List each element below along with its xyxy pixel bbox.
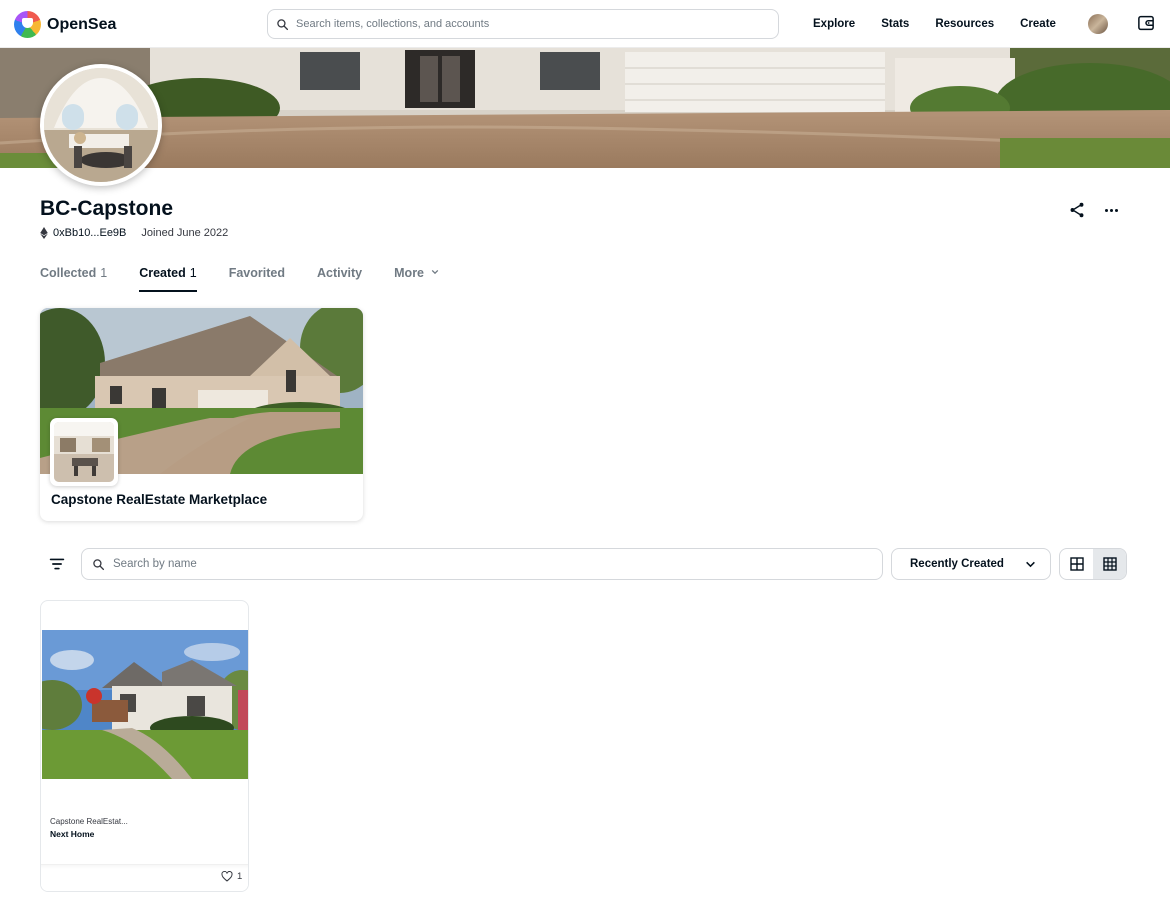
collection-name: Capstone RealEstate Marketplace xyxy=(51,492,268,507)
filter-icon[interactable] xyxy=(46,553,68,575)
nav-stats[interactable]: Stats xyxy=(881,18,909,30)
heart-icon xyxy=(221,871,233,882)
large-grid-icon xyxy=(1069,557,1084,571)
tab-favorited[interactable]: Favorited xyxy=(229,266,285,292)
profile-meta: 0xBb10...Ee9B Joined June 2022 xyxy=(40,227,228,239)
nav-resources[interactable]: Resources xyxy=(935,18,994,30)
favorite-button[interactable]: 1 xyxy=(221,871,242,882)
item-search-input[interactable] xyxy=(113,558,853,570)
nav-explore[interactable]: Explore xyxy=(813,18,855,30)
tab-more[interactable]: More xyxy=(394,266,438,292)
global-search-input[interactable] xyxy=(296,18,756,30)
profile-name: BC-Capstone xyxy=(40,197,174,220)
nav-links: Explore Stats Resources Create xyxy=(800,0,1069,48)
nft-title: Next Home xyxy=(50,829,95,839)
sort-dropdown[interactable]: Recently Created xyxy=(891,548,1051,580)
brand-name: OpenSea xyxy=(47,15,117,33)
top-nav: OpenSea Explore Stats Resources Create xyxy=(0,0,1170,48)
opensea-logo-icon xyxy=(14,11,41,38)
account-avatar[interactable] xyxy=(1088,14,1108,34)
item-search[interactable] xyxy=(81,548,883,580)
profile-banner xyxy=(0,48,1170,168)
joined-date: Joined June 2022 xyxy=(141,227,229,239)
collection-logo xyxy=(50,418,118,486)
search-icon xyxy=(93,558,105,570)
ethereum-icon xyxy=(40,227,48,239)
like-count: 1 xyxy=(237,871,243,882)
wallet-address[interactable]: 0xBb10...Ee9B xyxy=(53,227,126,239)
profile-avatar xyxy=(40,64,162,186)
sort-label: Recently Created xyxy=(910,558,1004,570)
nft-image xyxy=(42,630,248,779)
small-grid-icon xyxy=(1102,557,1117,571)
nav-create[interactable]: Create xyxy=(1020,18,1056,30)
profile-tabs: Collected 1 Created 1 Favorited Activity M… xyxy=(40,266,471,292)
collection-card[interactable]: Capstone RealEstate Marketplace xyxy=(40,308,363,521)
nft-card[interactable]: Capstone RealEstat... Next Home 1 xyxy=(40,600,249,892)
opensea-logo[interactable]: OpenSea xyxy=(14,11,116,38)
view-toggle xyxy=(1059,548,1127,580)
tab-created[interactable]: Created 1 xyxy=(139,266,197,292)
small-grid-button[interactable] xyxy=(1093,549,1126,579)
share-icon[interactable] xyxy=(1068,201,1086,219)
tab-collected[interactable]: Collected 1 xyxy=(40,266,107,292)
wallet-icon[interactable] xyxy=(1137,14,1155,32)
chevron-down-icon xyxy=(1026,561,1035,567)
more-options-icon[interactable] xyxy=(1101,201,1121,219)
global-search[interactable] xyxy=(267,9,779,39)
nft-collection-name: Capstone RealEstat... xyxy=(50,817,128,826)
nft-card-footer xyxy=(41,864,248,891)
search-icon xyxy=(277,18,289,30)
tab-activity[interactable]: Activity xyxy=(317,266,362,292)
chevron-down-icon xyxy=(431,269,438,275)
large-grid-button[interactable] xyxy=(1060,549,1093,579)
